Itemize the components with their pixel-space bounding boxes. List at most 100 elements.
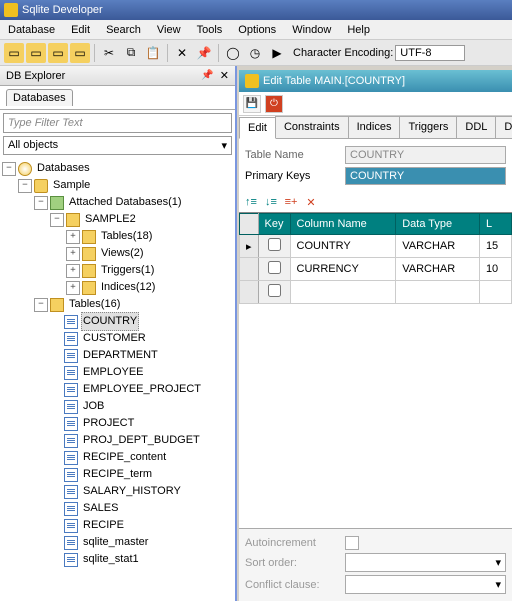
explorer-tab-databases[interactable]: Databases	[6, 89, 73, 106]
conflict-select[interactable]: ▾	[345, 575, 506, 594]
table-icon	[64, 349, 78, 363]
tree-table-item[interactable]: RECIPE	[81, 517, 126, 534]
grid-row[interactable]	[240, 281, 512, 304]
tb-stop-icon[interactable]: ◯	[223, 43, 243, 63]
table-icon	[64, 553, 78, 567]
save-icon[interactable]: 💾	[243, 95, 261, 113]
sort-desc-icon[interactable]: ↓≡	[263, 194, 279, 210]
table-name-label: Table Name	[245, 149, 345, 161]
all-objects-select[interactable]: All objects▾	[3, 136, 232, 155]
col-key[interactable]: Key	[258, 214, 290, 235]
tb-cut-icon[interactable]: ✂	[99, 43, 119, 63]
table-icon	[64, 366, 78, 380]
menu-help[interactable]: Help	[343, 22, 374, 38]
menu-edit[interactable]: Edit	[67, 22, 94, 38]
menu-options[interactable]: Options	[234, 22, 280, 38]
table-icon	[64, 315, 78, 329]
tb-copy-icon[interactable]: ⧉	[121, 43, 141, 63]
key-checkbox[interactable]	[268, 261, 281, 274]
tab-indices[interactable]: Indices	[348, 116, 401, 138]
tree-table-item[interactable]: sqlite_stat1	[81, 551, 141, 568]
tree-table-item[interactable]: EMPLOYEE_PROJECT	[81, 381, 203, 398]
col-len[interactable]: L	[479, 214, 511, 235]
tb-paste-icon[interactable]: 📋	[143, 43, 163, 63]
tree-s2-triggers[interactable]: Triggers(1)	[99, 262, 156, 279]
add-row-icon[interactable]: ≡+	[283, 194, 299, 210]
edit-table-pane: Edit Table MAIN.[COUNTRY] 💾 ⏻ Edit Const…	[239, 70, 512, 601]
menu-tools[interactable]: Tools	[193, 22, 227, 38]
tb-db2-icon[interactable]: ▭	[70, 43, 90, 63]
tab-triggers[interactable]: Triggers	[399, 116, 457, 138]
tree-table-item[interactable]: sqlite_master	[81, 534, 150, 551]
pk-input[interactable]: COUNTRY	[345, 167, 506, 185]
autoincrement-checkbox[interactable]	[345, 536, 359, 550]
folder-icon	[82, 230, 96, 244]
tree-table-item[interactable]: EMPLOYEE	[81, 364, 146, 381]
editor-title: Edit Table MAIN.[COUNTRY]	[263, 75, 405, 87]
key-checkbox[interactable]	[268, 284, 281, 297]
key-checkbox[interactable]	[268, 238, 281, 251]
filter-input[interactable]: Type Filter Text	[3, 113, 232, 133]
tb-pin-icon[interactable]: 📌	[194, 43, 214, 63]
encoding-select[interactable]: UTF-8	[395, 45, 465, 61]
tree-attached[interactable]: Attached Databases(1)	[67, 194, 184, 211]
menu-search[interactable]: Search	[102, 22, 145, 38]
tb-clock-icon[interactable]: ◷	[245, 43, 265, 63]
tree-table-item[interactable]: SALARY_HISTORY	[81, 483, 183, 500]
columns-grid: Key Column Name Data Type L ▸ COUNTRY VA…	[239, 212, 512, 304]
tree-s2-indices[interactable]: Indices(12)	[99, 279, 157, 296]
grid-row[interactable]: CURRENCY VARCHAR 10	[240, 258, 512, 281]
tree-tables[interactable]: Tables(16)	[67, 296, 122, 313]
tree-table-item[interactable]: SALES	[81, 500, 120, 517]
conflict-label: Conflict clause:	[245, 579, 345, 591]
table-icon	[64, 536, 78, 550]
pin-icon[interactable]: 📌	[201, 70, 213, 81]
db-icon	[34, 179, 48, 193]
tree-sample2[interactable]: SAMPLE2	[83, 211, 138, 228]
tab-data[interactable]: Data	[495, 116, 512, 138]
tree-table-item[interactable]: PROJ_DEPT_BUDGET	[81, 432, 202, 449]
tree-table-item[interactable]: COUNTRY	[81, 312, 139, 331]
sort-asc-icon[interactable]: ↑≡	[243, 194, 259, 210]
tb-run-icon[interactable]: ▶	[267, 43, 287, 63]
tb-close-icon[interactable]: ✕	[172, 43, 192, 63]
sort-order-select[interactable]: ▾	[345, 553, 506, 572]
tree-sample[interactable]: Sample	[51, 177, 92, 194]
table-icon	[64, 383, 78, 397]
folder-icon	[82, 281, 96, 295]
table-icon	[64, 400, 78, 414]
table-icon	[64, 451, 78, 465]
table-icon	[64, 332, 78, 346]
tb-open-icon[interactable]: ▭	[26, 43, 46, 63]
tb-db-icon[interactable]: ▭	[48, 43, 68, 63]
close-icon[interactable]: ✕	[220, 69, 229, 82]
table-name-input[interactable]: COUNTRY	[345, 146, 506, 164]
tree-table-item[interactable]: RECIPE_content	[81, 449, 168, 466]
tree-table-item[interactable]: RECIPE_term	[81, 466, 154, 483]
col-type[interactable]: Data Type	[396, 214, 480, 235]
tree-s2-views[interactable]: Views(2)	[99, 245, 146, 262]
chevron-down-icon: ▾	[221, 139, 227, 152]
tree-table-item[interactable]: PROJECT	[81, 415, 136, 432]
delete-row-icon[interactable]: ✕	[303, 194, 319, 210]
menu-database[interactable]: Database	[4, 22, 59, 38]
tab-ddl[interactable]: DDL	[456, 116, 496, 138]
app-icon	[4, 3, 18, 17]
grid-row[interactable]: ▸ COUNTRY VARCHAR 15	[240, 235, 512, 258]
col-name[interactable]: Column Name	[290, 214, 396, 235]
table-icon	[64, 485, 78, 499]
tb-new-icon[interactable]: ▭	[4, 43, 24, 63]
tree-table-item[interactable]: JOB	[81, 398, 106, 415]
folder-icon	[50, 196, 64, 210]
tree-s2-tables[interactable]: Tables(18)	[99, 228, 154, 245]
tab-constraints[interactable]: Constraints	[275, 116, 349, 138]
tree-table-item[interactable]: CUSTOMER	[81, 330, 148, 347]
sort-order-label: Sort order:	[245, 557, 345, 569]
stop-icon[interactable]: ⏻	[265, 95, 283, 113]
tree-databases[interactable]: Databases	[35, 160, 92, 177]
tab-edit[interactable]: Edit	[239, 117, 276, 139]
menu-view[interactable]: View	[153, 22, 185, 38]
databases-icon	[18, 162, 32, 176]
tree-table-item[interactable]: DEPARTMENT	[81, 347, 160, 364]
menu-window[interactable]: Window	[288, 22, 335, 38]
